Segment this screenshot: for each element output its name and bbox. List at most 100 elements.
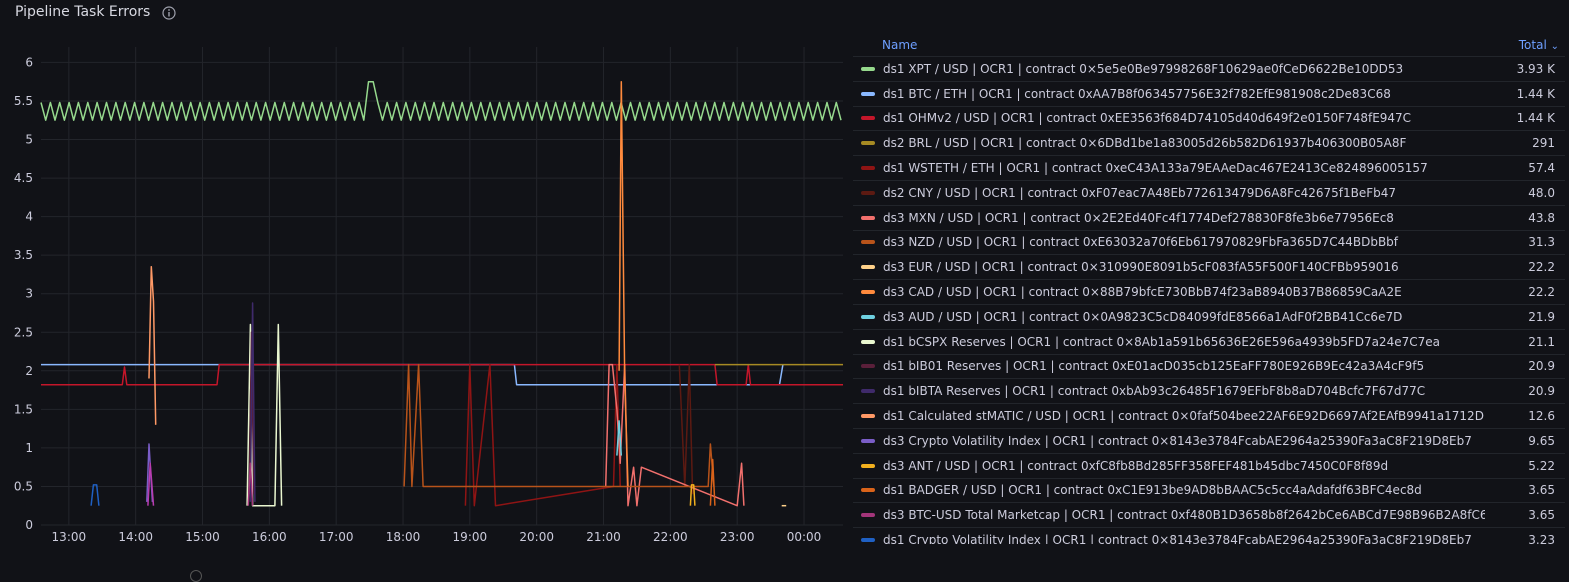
series-color-swatch [861,463,875,468]
series-name: ds1 BADGER / USD | OCR1 | contract 0xC1E… [883,483,1422,498]
series-name: ds1 OHMv2 / USD | OCR1 | contract 0xEE35… [883,111,1412,126]
series-color-swatch [861,66,875,71]
legend-row[interactable]: ds1 OHMv2 / USD | OCR1 | contract 0xEE35… [853,107,1565,132]
x-tick-label: 15:00 [185,530,220,544]
series-name: ds1 bIBTA Reserves | OCR1 | contract 0xb… [883,384,1426,399]
series-total: 21.1 [1528,334,1555,349]
series-total: 3.23 [1528,533,1555,544]
y-tick-label: 1 [25,441,33,455]
series-total: 3.65 [1528,508,1555,523]
legend-row[interactable]: ds3 Crypto Volatility Index | OCR1 | con… [853,429,1565,454]
series-name: ds1 BTC / ETH | OCR1 | contract 0xAA7B8f… [883,86,1391,101]
series-total: 22.2 [1528,285,1555,300]
series-name: ds3 NZD / USD | OCR1 | contract 0xE63032… [883,235,1399,250]
legend-table: Name Total ⌄ ds1 XPT / USD | OCR1 | cont… [853,34,1565,544]
series-total: 3.93 K [1516,61,1555,76]
legend-rows: ds1 XPT / USD | OCR1 | contract 0×5e5e0B… [853,57,1565,544]
legend-row[interactable]: ds1 bIB01 Reserves | OCR1 | contract 0xE… [853,355,1565,380]
series-total: 21.9 [1528,309,1555,324]
series-total: 31.3 [1528,235,1555,250]
legend-row[interactable]: ds3 BTC-USD Total Marketcap | OCR1 | con… [853,503,1565,529]
series-total: 5.22 [1528,458,1555,473]
series-total: 20.9 [1528,359,1555,374]
legend-row[interactable]: ds1 Calculated stMATIC / USD | OCR1 | co… [853,404,1565,429]
legend-row[interactable]: ds1 XPT / USD | OCR1 | contract 0×5e5e0B… [853,57,1565,82]
series-color-swatch [861,314,875,319]
series-total: 1.44 K [1516,86,1555,101]
series-color-swatch [861,240,875,245]
series-color-swatch [861,290,875,295]
legend-row[interactable]: ds3 AUD / USD | OCR1 | contract 0×0A9823… [853,305,1565,330]
legend-name-header[interactable]: Name [853,38,1489,52]
series-line [403,363,715,488]
series-total: 48.0 [1528,185,1555,200]
series-color-swatch [861,513,875,518]
series-total: 3.65 [1528,483,1555,498]
panel-header: Pipeline Task Errors [15,2,176,22]
x-tick-label: 19:00 [453,530,488,544]
legend-row[interactable]: ds2 BRL / USD | OCR1 | contract 0×6DBd1b… [853,131,1565,157]
x-tick-label: 17:00 [319,530,354,544]
y-tick-label: 5.5 [14,94,33,108]
series-color-swatch [861,190,875,195]
x-tick-label: 22:00 [653,530,688,544]
legend-row[interactable]: ds3 NZD / USD | OCR1 | contract 0xE63032… [853,231,1565,256]
series-color-swatch [861,389,875,394]
series-color-swatch [861,438,875,443]
legend-row[interactable]: ds3 MXN / USD | OCR1 | contract 0×2E2Ed4… [853,206,1565,231]
series-name: ds1 Crypto Volatility Index | OCR1 | con… [883,533,1472,544]
series-name: ds3 EUR / USD | OCR1 | contract 0×310990… [883,260,1399,275]
legend-row[interactable]: ds1 WSTETH / ETH | OCR1 | contract 0xeC4… [853,156,1565,181]
series-line [41,363,843,386]
series-name: ds1 XPT / USD | OCR1 | contract 0×5e5e0B… [883,61,1404,76]
series-color-swatch [861,141,875,146]
x-tick-label: 21:00 [586,530,621,544]
series-name: ds3 Crypto Volatility Index | OCR1 | con… [883,433,1472,448]
series-line [709,458,716,506]
legend-total-header[interactable]: Total ⌄ [1489,38,1565,52]
series-line [148,265,157,425]
series-total: 9.65 [1528,433,1555,448]
legend-row[interactable]: ds1 bCSPX Reserves | OCR1 | contract 0×8… [853,330,1565,355]
series-color-swatch [861,538,875,543]
series-color-swatch [861,488,875,493]
series-color-swatch [861,364,875,369]
series-color-swatch [861,265,875,270]
series-name: ds3 MXN / USD | OCR1 | contract 0×2E2Ed4… [883,210,1394,225]
y-tick-label: 3.5 [14,248,33,262]
series-name: ds3 ANT / USD | OCR1 | contract 0xfC8fb8… [883,458,1389,473]
series-total: 20.9 [1528,384,1555,399]
info-icon[interactable] [162,5,176,20]
x-tick-label: 20:00 [519,530,554,544]
y-tick-label: 6 [25,55,33,69]
legend-row[interactable]: ds1 Crypto Volatility Index | OCR1 | con… [853,528,1565,544]
series-total: 12.6 [1528,409,1555,424]
series-name: ds1 WSTETH / ETH | OCR1 | contract 0xeC4… [883,161,1428,176]
x-tick-label: 00:00 [787,530,822,544]
x-tick-label: 14:00 [118,530,153,544]
legend-row[interactable]: ds1 BADGER / USD | OCR1 | contract 0xC1E… [853,479,1565,504]
series-total: 57.4 [1528,161,1555,176]
series-total: 43.8 [1528,210,1555,225]
x-tick-label: 18:00 [386,530,421,544]
series-name: ds2 CNY / USD | OCR1 | contract 0xF07eac… [883,185,1397,200]
legend-row[interactable]: ds2 CNY / USD | OCR1 | contract 0xF07eac… [853,181,1565,206]
y-tick-label: 1.5 [14,402,33,416]
y-tick-label: 2.5 [14,325,33,339]
y-tick-label: 2 [25,364,33,378]
chart-area[interactable]: 0 0.5 1 1.5 2 2.5 3 3.5 4 4.5 5 5.5 6 13:00 14:00 15:00… [0,40,850,560]
partial-icon [190,570,202,582]
legend-row[interactable]: ds3 EUR / USD | OCR1 | contract 0×310990… [853,255,1565,281]
series-total: 1.44 K [1516,111,1555,126]
time-series-chart[interactable]: 0 0.5 1 1.5 2 2.5 3 3.5 4 4.5 5 5.5 6 13:00 14:00 15:00… [0,40,850,560]
y-tick-label: 4 [25,210,33,224]
legend-row[interactable]: ds1 bIBTA Reserves | OCR1 | contract 0xb… [853,379,1565,405]
legend-row[interactable]: ds3 ANT / USD | OCR1 | contract 0xfC8fb8… [853,454,1565,479]
legend-row[interactable]: ds1 BTC / ETH | OCR1 | contract 0xAA7B8f… [853,82,1565,107]
series-color-swatch [861,91,875,96]
series-color-swatch [861,215,875,220]
series-name: ds3 AUD / USD | OCR1 | contract 0×0A9823… [883,309,1403,324]
series-color-swatch [861,339,875,344]
y-tick-label: 5 [25,133,33,147]
legend-row[interactable]: ds3 CAD / USD | OCR1 | contract 0×88B79b… [853,280,1565,305]
